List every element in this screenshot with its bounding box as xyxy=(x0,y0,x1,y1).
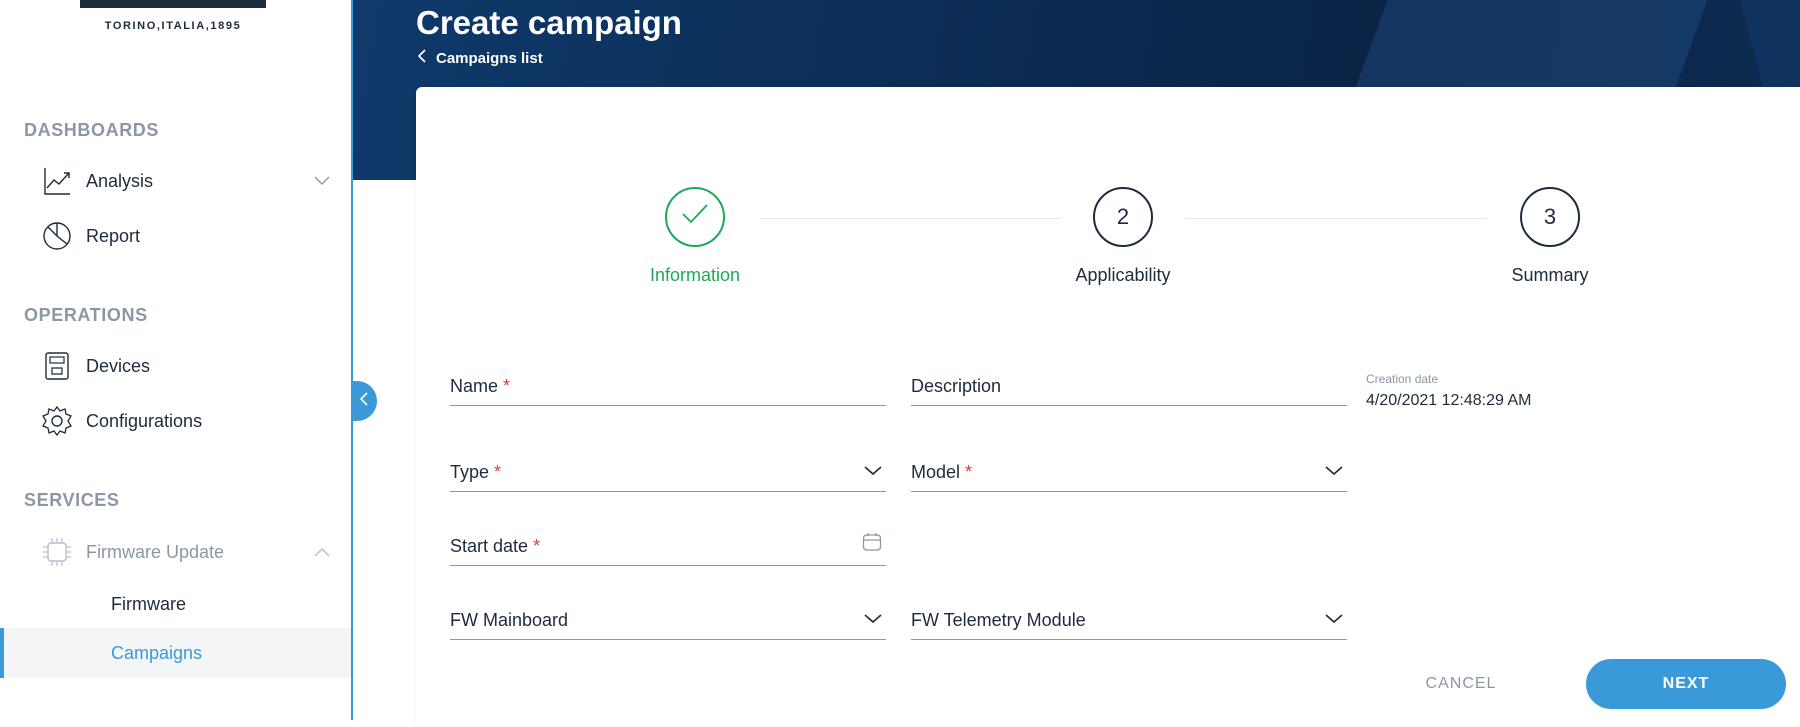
calendar-icon[interactable] xyxy=(862,532,882,557)
stepper-connector xyxy=(760,218,1060,219)
chevron-down-icon xyxy=(864,463,882,481)
required-mark: * xyxy=(533,536,541,556)
name-label-text: Name xyxy=(450,376,499,396)
pie-chart-icon xyxy=(40,219,74,253)
sidebar-item-label: Analysis xyxy=(86,170,154,191)
sidebar-item-label: Firmware Update xyxy=(86,541,225,562)
type-select[interactable]: Type * xyxy=(450,454,886,492)
creation-date-value: 4/20/2021 12:48:29 AM xyxy=(1366,392,1532,409)
breadcrumb-back-link[interactable]: Campaigns list xyxy=(417,49,543,67)
step-number: 3 xyxy=(1520,187,1580,247)
required-mark: * xyxy=(503,376,511,396)
coffee-machine-icon xyxy=(40,349,74,383)
cancel-button[interactable]: CANCEL xyxy=(1406,664,1516,704)
start-date-label-text: Start date xyxy=(450,536,529,556)
chevron-down-icon xyxy=(1325,611,1343,629)
fw-mainboard-label: FW Mainboard xyxy=(450,610,569,630)
sidebar-item-firmware-update[interactable]: Firmware Update xyxy=(40,532,330,572)
start-date-field-label: Start date * xyxy=(450,536,540,557)
step-summary[interactable]: 3 Summary xyxy=(1450,187,1650,286)
step-label: Information xyxy=(649,265,741,285)
step-applicability[interactable]: 2 Applicability xyxy=(1023,187,1223,286)
step-number: 2 xyxy=(1093,187,1153,247)
model-label-text: Model xyxy=(911,462,961,482)
brand-logo[interactable]: TORINO,ITALIA,1895 xyxy=(80,0,266,40)
sidebar-collapse-button[interactable] xyxy=(351,381,377,421)
page-title: Create campaign xyxy=(416,4,682,41)
chevron-left-icon xyxy=(359,391,369,411)
sidebar: TORINO,ITALIA,1895 DASHBOARDS Analysis R… xyxy=(0,0,353,720)
name-field[interactable]: Name * xyxy=(450,368,886,406)
stepper-connector xyxy=(1186,218,1486,219)
chevron-down-icon xyxy=(1325,463,1343,481)
sidebar-item-report[interactable]: Report xyxy=(40,216,330,256)
step-information[interactable]: Information xyxy=(595,187,795,286)
creation-date-label: Creation date xyxy=(1366,372,1439,386)
model-field-label: Model * xyxy=(911,462,972,483)
chevron-down-icon xyxy=(864,611,882,629)
sidebar-item-analysis[interactable]: Analysis xyxy=(40,161,330,201)
sidebar-item-configurations[interactable]: Configurations xyxy=(40,401,330,441)
chevron-down-icon[interactable] xyxy=(314,173,330,191)
brand-tagline: TORINO,ITALIA,1895 xyxy=(104,20,242,32)
start-date-field[interactable]: Start date * xyxy=(450,528,886,566)
chip-icon xyxy=(40,535,74,569)
required-mark: * xyxy=(965,462,973,482)
section-title-dashboards: DASHBOARDS xyxy=(24,120,160,140)
sidebar-item-label: Configurations xyxy=(86,410,203,431)
required-mark: * xyxy=(494,462,502,482)
fw-mainboard-select[interactable]: FW Mainboard xyxy=(450,602,886,640)
step-label: Summary xyxy=(1511,265,1589,285)
next-button[interactable]: NEXT xyxy=(1586,659,1786,709)
type-field-label: Type * xyxy=(450,462,501,483)
breadcrumb-label: Campaigns list xyxy=(436,49,543,67)
chevron-left-icon xyxy=(417,49,436,67)
fw-telemetry-select[interactable]: FW Telemetry Module xyxy=(911,602,1347,640)
chart-line-icon xyxy=(40,164,74,198)
section-title-operations: OPERATIONS xyxy=(24,305,148,325)
sidebar-subitem-firmware[interactable]: Firmware xyxy=(0,579,351,629)
sidebar-item-devices[interactable]: Devices xyxy=(40,346,330,386)
sidebar-subitem-campaigns[interactable]: Campaigns xyxy=(0,628,351,678)
description-label: Description xyxy=(911,376,1002,396)
sidebar-item-label: Devices xyxy=(86,355,151,376)
model-select[interactable]: Model * xyxy=(911,454,1347,492)
fw-telemetry-label: FW Telemetry Module xyxy=(911,610,1086,630)
section-title-services: SERVICES xyxy=(24,490,120,510)
checkmark-icon xyxy=(680,202,710,232)
description-field[interactable]: Description xyxy=(911,368,1347,406)
logo-wordmark xyxy=(80,0,266,8)
sidebar-item-label: Report xyxy=(86,225,141,246)
type-label-text: Type xyxy=(450,462,490,482)
name-field-label: Name * xyxy=(450,376,510,397)
chevron-up-icon[interactable] xyxy=(314,544,330,562)
gear-icon xyxy=(40,404,74,438)
step-circle xyxy=(665,187,725,247)
step-label: Applicability xyxy=(1075,265,1171,285)
